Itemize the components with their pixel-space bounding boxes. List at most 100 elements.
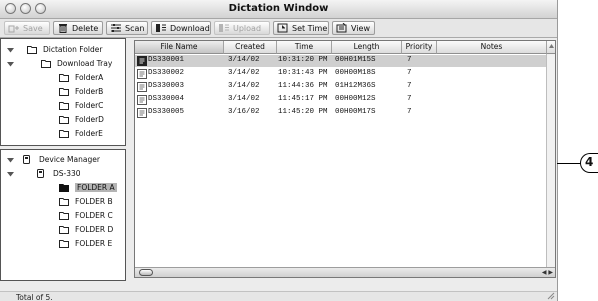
tree-item-device[interactable]: DS-330	[6, 168, 81, 179]
recorder-icon	[23, 155, 30, 164]
folder-label: FolderB	[75, 87, 104, 96]
cell-length: 00H01M15S	[335, 56, 376, 64]
column-header-time[interactable]: Time	[277, 41, 332, 54]
cell-length: 00H00M17S	[335, 108, 376, 116]
cell-priority: 7	[407, 95, 412, 103]
folder-label: FolderE	[75, 129, 103, 138]
folder-label: FolderC	[75, 101, 104, 110]
scan-button[interactable]: Scan	[106, 21, 148, 35]
file-list: File Name Created Time Length Priority N…	[134, 40, 556, 278]
cell-created: 3/14/02	[228, 56, 260, 64]
cell-priority: 7	[407, 56, 412, 64]
tree-item-device-folder-a[interactable]: FOLDER A	[59, 182, 117, 193]
column-header-priority[interactable]: Priority	[402, 41, 437, 54]
table-row[interactable]: DS330003 3/14/02 11:44:36 PM 01H12M36S 7	[135, 81, 547, 93]
cell-file-name: DS330004	[148, 95, 185, 103]
column-header-notes[interactable]: Notes	[437, 41, 547, 54]
cell-length: 00H00M12S	[335, 95, 376, 103]
scrollbar-thumb[interactable]	[139, 269, 153, 276]
cell-created: 3/16/02	[228, 108, 260, 116]
cell-time: 11:45:20 PM	[278, 108, 328, 116]
device-manager-panel: Device Manager DS-330 FOLDER A FOLDER B …	[0, 149, 126, 281]
status-text: Total of 5.	[16, 293, 53, 301]
cell-time: 11:45:17 PM	[278, 95, 328, 103]
folder-label: FolderA	[75, 73, 104, 82]
folder-icon	[27, 46, 37, 54]
resize-grip-icon[interactable]	[547, 292, 555, 300]
save-label: Save	[23, 23, 43, 33]
tree-item-folder-d[interactable]: FolderD	[59, 114, 104, 125]
tree-item-device-folder-e[interactable]: FOLDER E	[59, 238, 112, 249]
cell-file-name: DS330001	[148, 56, 185, 64]
folder-icon	[59, 102, 69, 110]
cell-created: 3/14/02	[228, 82, 260, 90]
download-button[interactable]: Download	[151, 21, 211, 35]
view-icon	[336, 23, 347, 33]
tree-item-device-folder-d[interactable]: FOLDER D	[59, 224, 113, 235]
device-manager-label: Device Manager	[39, 155, 100, 164]
cell-file-name: DS330002	[148, 69, 185, 77]
device-folder-label: FOLDER D	[75, 225, 114, 234]
voice-file-selected-icon	[137, 56, 147, 66]
status-bar: Total of 5.	[0, 291, 557, 301]
callout-number: 4	[580, 153, 598, 173]
device-label: DS-330	[53, 169, 81, 178]
tree-item-device-folder-c[interactable]: FOLDER C	[59, 210, 113, 221]
table-row[interactable]: DS330004 3/14/02 11:45:17 PM 00H00M12S 7	[135, 94, 547, 106]
column-menu-button[interactable]	[547, 41, 555, 54]
cell-created: 3/14/02	[228, 95, 260, 103]
upload-icon	[219, 24, 229, 32]
download-label: Download	[170, 23, 210, 33]
table-row[interactable]: DS330005 3/16/02 11:45:20 PM 00H00M17S 7	[135, 107, 547, 119]
tree-item-download-tray[interactable]: Download Tray	[6, 58, 112, 69]
scroll-arrows-icon[interactable]: ◀ ▶	[542, 268, 553, 277]
set-time-label: Set Time	[292, 23, 328, 33]
download-icon	[156, 24, 166, 32]
column-header-file-name[interactable]: File Name	[135, 41, 224, 54]
callout-leader-line	[557, 163, 581, 164]
vertical-scrollbar[interactable]	[546, 54, 555, 268]
tree-item-folder-c[interactable]: FolderC	[59, 100, 103, 111]
save-button[interactable]: Save	[4, 21, 50, 35]
folder-icon	[59, 116, 69, 124]
device-folder-label: FOLDER C	[75, 211, 113, 220]
voice-file-icon	[137, 95, 147, 105]
view-label: View	[351, 23, 370, 33]
tree-item-folder-e[interactable]: FolderE	[59, 128, 103, 139]
view-button[interactable]: View	[332, 21, 375, 35]
voice-file-icon	[137, 108, 147, 118]
table-row[interactable]: DS330002 3/14/02 10:31:43 PM 00H00M18S 7	[135, 68, 547, 80]
tree-item-folder-b[interactable]: FolderB	[59, 86, 103, 97]
cell-length: 00H00M18S	[335, 69, 376, 77]
scan-icon	[111, 24, 121, 32]
recorder-icon	[37, 169, 44, 178]
disclosure-triangle-open-icon[interactable]	[6, 170, 15, 178]
folder-icon	[59, 212, 69, 220]
folder-icon	[41, 60, 51, 68]
disclosure-triangle-open-icon[interactable]	[6, 46, 15, 54]
scan-label: Scan	[125, 23, 145, 33]
tree-item-folder-a[interactable]: FolderA	[59, 72, 103, 83]
cell-time: 11:44:36 PM	[278, 82, 328, 90]
delete-button[interactable]: Delete	[53, 21, 103, 35]
download-tray-label: Download Tray	[57, 59, 113, 68]
delete-label: Delete	[72, 23, 99, 33]
table-row[interactable]: DS330001 3/14/02 10:31:20 PM 00H01M15S 7	[135, 55, 547, 67]
save-icon	[8, 25, 19, 33]
trash-icon	[59, 24, 67, 33]
device-folder-label: FOLDER E	[75, 239, 113, 248]
disclosure-triangle-open-icon[interactable]	[6, 156, 15, 164]
column-header-length[interactable]: Length	[332, 41, 402, 54]
device-folder-label-selected: FOLDER A	[75, 183, 117, 192]
upload-button[interactable]: Upload	[214, 21, 270, 35]
horizontal-scrollbar[interactable]: ◀ ▶	[135, 267, 555, 277]
cell-file-name: DS330003	[148, 82, 185, 90]
toolbar: Save Delete Scan Download Upload Set Tim…	[0, 19, 557, 38]
column-header-created[interactable]: Created	[224, 41, 277, 54]
set-time-button[interactable]: Set Time	[273, 21, 329, 35]
tree-item-device-manager[interactable]: Device Manager	[6, 154, 100, 165]
title-bar[interactable]: Dictation Window	[0, 0, 557, 19]
tree-item-dictation-folder[interactable]: Dictation Folder	[6, 44, 102, 55]
disclosure-triangle-open-icon[interactable]	[6, 60, 15, 68]
tree-item-device-folder-b[interactable]: FOLDER B	[59, 196, 113, 207]
